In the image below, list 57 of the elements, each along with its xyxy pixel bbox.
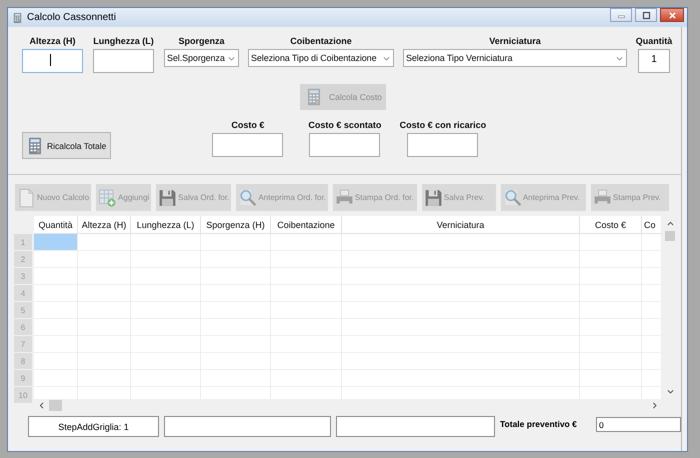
dropdown[interactable]: Sel.Sporgenza [164, 49, 239, 67]
calculator-icon [305, 87, 323, 107]
spreadsheet-add-icon [98, 188, 118, 208]
magnifier-icon [502, 188, 522, 208]
total-field[interactable]: 0 [596, 417, 681, 432]
status-panel: StepAddGriglia: 1 [28, 416, 159, 437]
row-number[interactable]: 1 [14, 234, 32, 250]
field-label: Costo € con ricarico [400, 119, 486, 131]
column-header[interactable]: Lunghezza (L) [131, 216, 201, 234]
dropdown[interactable]: Seleziona Tipo di Coibentazione [248, 49, 394, 67]
calculator-icon [12, 12, 23, 24]
field-label: Verniciatura [489, 35, 541, 47]
input-field[interactable] [309, 133, 380, 157]
column-header[interactable]: Coibentazione [271, 216, 342, 234]
column-header[interactable]: Verniciatura [342, 216, 580, 234]
row-number[interactable]: 4 [14, 285, 32, 301]
field-label: Costo € scontato [308, 119, 382, 131]
table-cell[interactable] [34, 234, 77, 250]
dropdown[interactable]: Seleziona Tipo Verniciatura [403, 49, 627, 67]
field-label: Altezza (H) [29, 35, 76, 47]
scrollbar-thumb[interactable] [49, 400, 62, 411]
scroll-up-icon [666, 219, 674, 228]
input-field[interactable] [212, 133, 284, 157]
window-title: Calcolo Cassonnetti [27, 12, 116, 23]
column-header[interactable]: Sporgenza (H) [201, 216, 271, 234]
scroll-left-icon [37, 401, 46, 410]
row-number[interactable]: 2 [14, 251, 32, 267]
row-number[interactable]: 9 [14, 370, 32, 386]
field-label: Sporgenza [178, 35, 224, 47]
input-field[interactable]: 1 [638, 49, 670, 73]
row-number[interactable]: 10 [14, 387, 32, 403]
magnifier-icon [238, 188, 258, 208]
close-button[interactable] [660, 8, 684, 22]
field-label: Costo € [231, 119, 264, 131]
input-field[interactable] [93, 49, 154, 73]
total-label: Totale preventivo € [500, 419, 577, 429]
input-field[interactable] [22, 49, 83, 73]
column-header[interactable]: Costo € [580, 216, 642, 234]
maximize-icon [642, 10, 650, 20]
input-field[interactable] [407, 133, 478, 157]
maximize-button[interactable] [635, 8, 657, 22]
recalculate-button[interactable]: Ricalcola Totale [22, 132, 112, 159]
column-header[interactable]: Altezza (H) [78, 216, 131, 234]
row-number[interactable]: 8 [14, 353, 32, 369]
field-label: Coibentazione [290, 35, 352, 47]
field-label: Lunghezza (L) [93, 35, 154, 47]
row-number[interactable]: 3 [14, 268, 32, 284]
row-number[interactable]: 6 [14, 319, 32, 335]
calculator-icon [26, 136, 44, 156]
field-label: Quantità [636, 35, 672, 47]
document-icon [17, 188, 36, 208]
scrollbar-thumb[interactable] [665, 231, 675, 241]
close-icon [668, 10, 676, 20]
row-number[interactable]: 5 [14, 302, 32, 318]
scroll-down-icon [666, 387, 674, 396]
row-number[interactable]: 7 [14, 336, 32, 352]
scroll-right-icon [650, 401, 659, 410]
